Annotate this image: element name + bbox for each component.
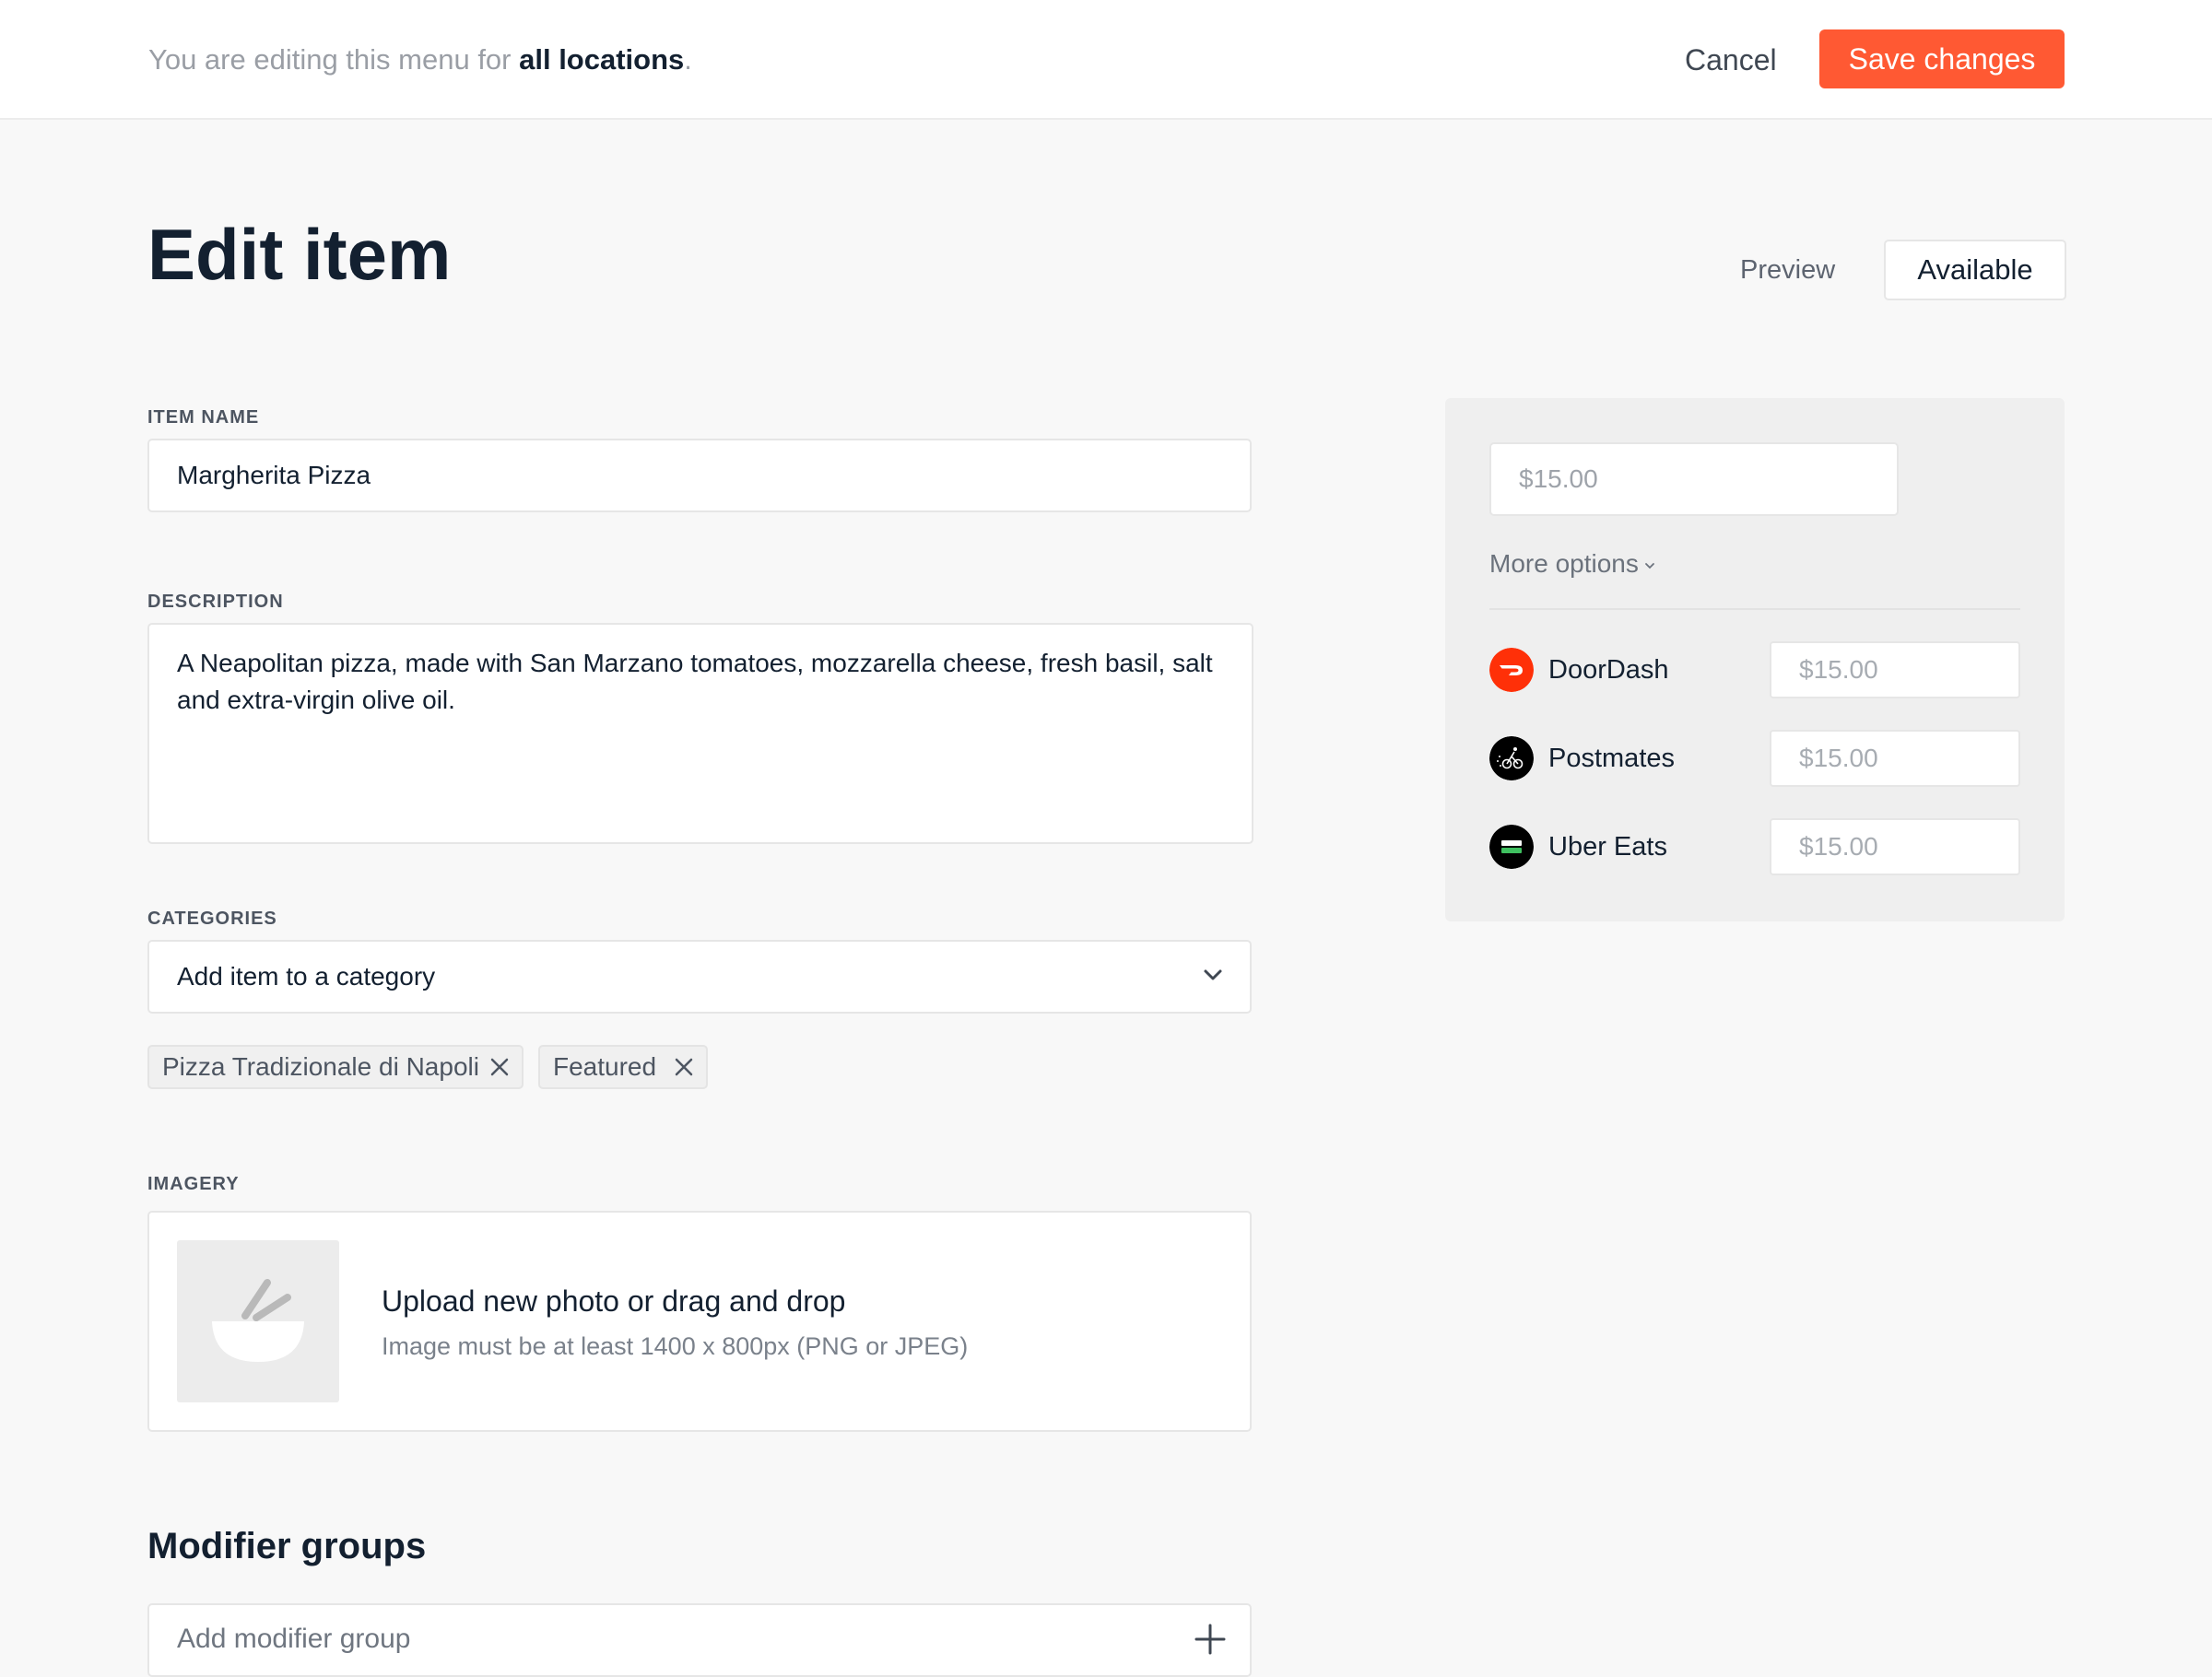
item-name-input[interactable]: Margherita Pizza (147, 439, 1252, 512)
category-tag: Pizza Tradizionale di Napoli (147, 1045, 524, 1089)
preview-button[interactable]: Preview (1740, 251, 1835, 289)
scope-suffix: . (684, 43, 692, 76)
scope-locations: all locations (519, 43, 685, 76)
item-name-value: Margherita Pizza (177, 461, 371, 489)
image-upload-dropzone[interactable]: Upload new photo or drag and drop Image … (147, 1211, 1252, 1432)
provider-row-doordash: DoorDash $15.00 (1489, 641, 2020, 698)
categories-label: CATEGORIES (147, 909, 277, 929)
chevron-down-icon (1644, 562, 1654, 569)
uber-eats-logo-icon (1489, 825, 1534, 869)
cancel-button[interactable]: Cancel (1685, 39, 1777, 81)
modifier-groups-title: Modifier groups (147, 1526, 427, 1566)
provider-price-input[interactable]: $15.00 (1770, 818, 2020, 875)
doordash-logo-icon (1489, 648, 1534, 692)
upload-hint: Image must be at least 1400 x 800px (PNG… (382, 1332, 969, 1360)
provider-price-input[interactable]: $15.00 (1770, 730, 2020, 787)
food-bowl-icon (212, 1279, 304, 1362)
more-options-toggle[interactable]: More options (1489, 545, 1655, 582)
add-modifier-group-label: Add modifier group (177, 1624, 411, 1654)
provider-name: DoorDash (1548, 655, 1669, 685)
description-value: A Neapolitan pizza, made with San Marzan… (177, 649, 1213, 714)
item-name-label: ITEM NAME (147, 407, 260, 428)
upload-title: Upload new photo or drag and drop (382, 1284, 846, 1318)
category-tag-label: Pizza Tradizionale di Napoli (162, 1052, 479, 1081)
imagery-label: IMAGERY (147, 1174, 240, 1194)
provider-name: Postmates (1548, 744, 1675, 773)
divider (1489, 608, 2020, 610)
provider-row-postmates: Postmates $15.00 (1489, 730, 2020, 787)
add-modifier-group-button[interactable]: Add modifier group (147, 1603, 1252, 1677)
pricing-panel: $15.00 More options DoorDash $15.00 Post… (1445, 398, 2065, 921)
page-title: Edit item (147, 214, 452, 295)
more-options-label: More options (1489, 549, 1639, 578)
base-price-input[interactable]: $15.00 (1489, 442, 1899, 516)
editing-scope-message: You are editing this menu for all locati… (148, 39, 692, 81)
remove-tag-icon[interactable] (675, 1058, 693, 1076)
description-textarea[interactable]: A Neapolitan pizza, made with San Marzan… (147, 623, 1253, 844)
postmates-logo-icon (1489, 736, 1534, 780)
top-bar: You are editing this menu for all locati… (0, 0, 2212, 120)
availability-button[interactable]: Available (1884, 240, 2066, 300)
plus-icon (1194, 1624, 1226, 1655)
category-tag-label: Featured (553, 1052, 657, 1081)
description-label: DESCRIPTION (147, 592, 284, 612)
provider-row-uber-eats: Uber Eats $15.00 (1489, 818, 2020, 875)
remove-tag-icon[interactable] (490, 1058, 509, 1076)
provider-price-input[interactable]: $15.00 (1770, 641, 2020, 698)
category-select-placeholder: Add item to a category (177, 962, 436, 991)
image-placeholder (177, 1240, 339, 1402)
scope-prefix: You are editing this menu for (148, 43, 520, 76)
provider-name: Uber Eats (1548, 832, 1667, 862)
category-tag: Featured (538, 1045, 708, 1089)
save-changes-button[interactable]: Save changes (1819, 29, 2065, 88)
chevron-down-icon (1204, 969, 1222, 980)
category-select[interactable]: Add item to a category (147, 940, 1252, 1014)
